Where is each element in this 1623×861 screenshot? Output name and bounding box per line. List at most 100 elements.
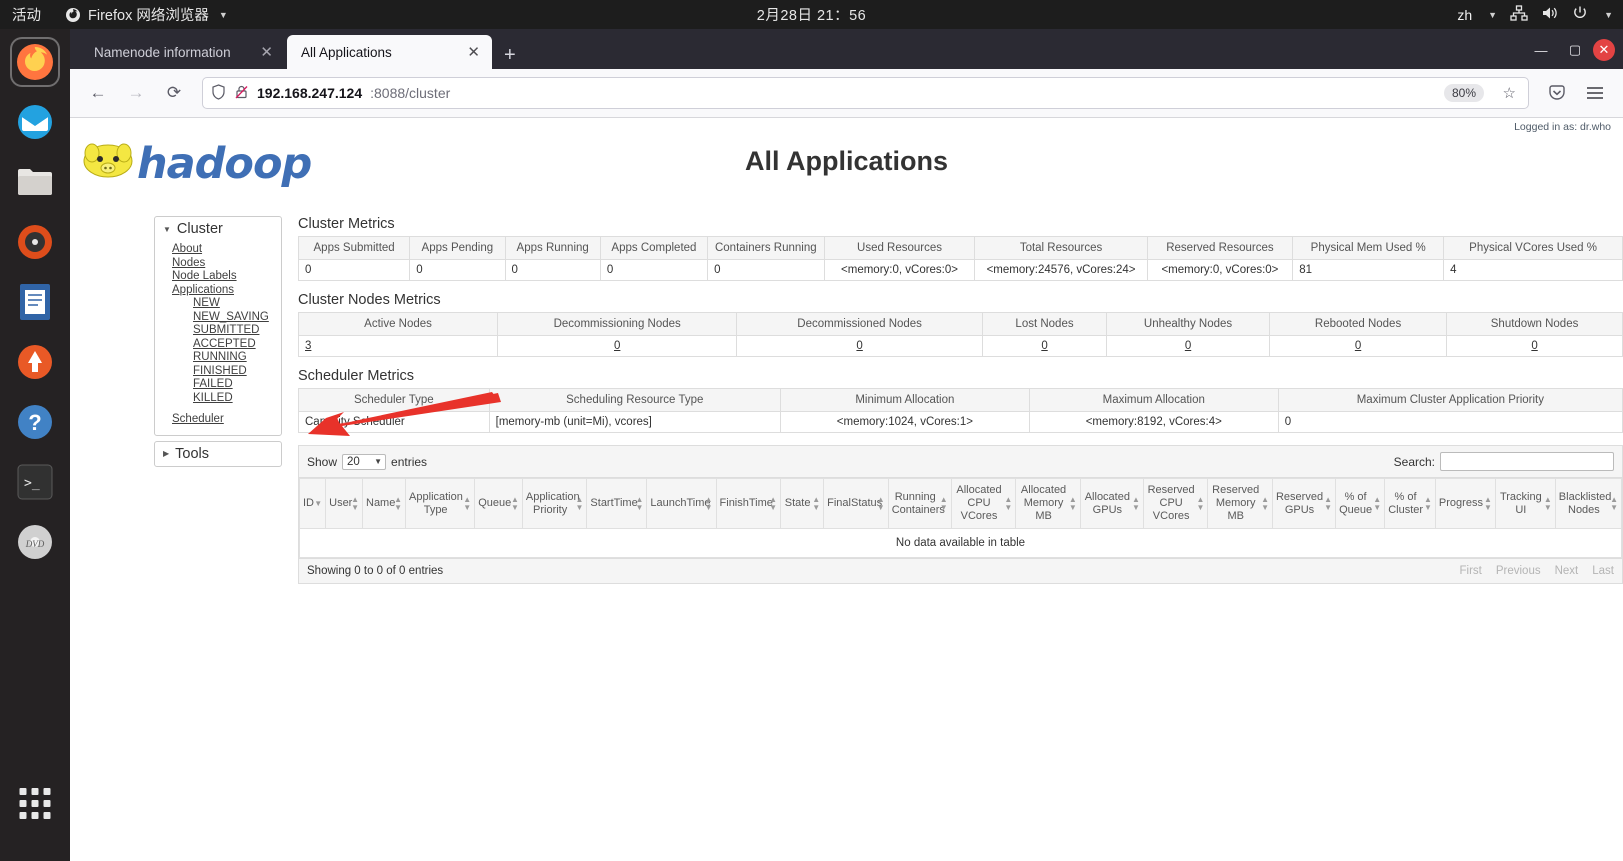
dock-item-libreoffice-writer[interactable] bbox=[10, 277, 60, 327]
sidebar-item-failed[interactable]: FAILED bbox=[193, 378, 281, 392]
th-running-containers[interactable]: Running Containers ▲ ▼ bbox=[887, 478, 952, 529]
dock-item-rhythmbox[interactable] bbox=[10, 217, 60, 267]
sort-icon[interactable]: ▲ ▼ bbox=[576, 495, 584, 512]
dock-item-software[interactable] bbox=[10, 337, 60, 387]
sidebar-item-new-saving[interactable]: NEW_SAVING bbox=[193, 311, 281, 325]
sort-icon[interactable]: ▲ ▼ bbox=[1544, 495, 1552, 512]
tab-namenode-information[interactable]: Namenode information ✕ bbox=[80, 35, 285, 69]
insecure-lock-icon[interactable] bbox=[234, 84, 249, 103]
url-bar[interactable]: 192.168.247.124 :8088/cluster 80% ☆ bbox=[202, 77, 1529, 109]
new-tab-button[interactable]: + bbox=[494, 45, 526, 69]
sidebar-item-accepted[interactable]: ACCEPTED bbox=[193, 338, 281, 352]
search-input[interactable] bbox=[1440, 452, 1614, 471]
sort-icon[interactable]: ▲ ▼ bbox=[1132, 495, 1140, 512]
th-percent-of-cluster[interactable]: % of Cluster ▲ ▼ bbox=[1384, 478, 1436, 529]
menu-icon[interactable] bbox=[1579, 77, 1611, 109]
sidebar-item-node-labels[interactable]: Node Labels bbox=[172, 270, 281, 284]
sort-icon[interactable]: ▲ ▼ bbox=[1373, 495, 1381, 512]
shutdown-nodes-link[interactable]: 0 bbox=[1531, 340, 1537, 352]
shield-icon[interactable] bbox=[211, 83, 226, 103]
sidebar-item-submitted[interactable]: SUBMITTED bbox=[193, 324, 281, 338]
sidebar-item-scheduler[interactable]: Scheduler bbox=[172, 413, 281, 427]
sidebar-item-nodes[interactable]: Nodes bbox=[172, 257, 281, 271]
pager-previous[interactable]: Previous bbox=[1496, 565, 1541, 577]
th-name[interactable]: Name ▲ ▼ bbox=[361, 478, 407, 529]
power-icon[interactable] bbox=[1572, 5, 1588, 24]
pager-next[interactable]: Next bbox=[1555, 565, 1579, 577]
page-length-select[interactable]: 20 ▼ bbox=[342, 453, 387, 470]
th-allocated-cpu-vcores[interactable]: Allocated CPU VCores ▲ ▼ bbox=[950, 478, 1017, 529]
td-active-nodes[interactable]: 3 bbox=[297, 335, 499, 357]
th-tracking-ui[interactable]: Tracking UI ▲ ▼ bbox=[1494, 478, 1556, 529]
td-decommissioning-nodes[interactable]: 0 bbox=[497, 335, 738, 357]
sort-icon[interactable]: ▼ bbox=[314, 499, 322, 508]
minimize-button[interactable]: — bbox=[1525, 37, 1557, 63]
sort-icon[interactable]: ▲ ▼ bbox=[1324, 495, 1332, 512]
sidebar-item-finished[interactable]: FINISHED bbox=[193, 365, 281, 379]
back-button[interactable]: ← bbox=[82, 77, 114, 109]
th-starttime[interactable]: StartTime ▲ ▼ bbox=[586, 478, 648, 529]
zoom-level-badge[interactable]: 80% bbox=[1443, 84, 1484, 102]
th-application-type[interactable]: Application Type ▲ ▼ bbox=[405, 478, 476, 529]
sort-icon[interactable]: ▲ ▼ bbox=[769, 495, 777, 512]
sort-icon[interactable]: ▲ ▼ bbox=[635, 495, 643, 512]
bookmark-star-icon[interactable]: ☆ bbox=[1503, 84, 1516, 102]
td-rebooted-nodes[interactable]: 0 bbox=[1268, 335, 1448, 357]
close-icon[interactable]: ✕ bbox=[256, 45, 277, 60]
clock[interactable]: 2月28日 21：56 bbox=[0, 4, 1623, 25]
sort-icon[interactable]: ▲ ▼ bbox=[1004, 495, 1012, 512]
th-reserved-gpus[interactable]: Reserved GPUs ▲ ▼ bbox=[1271, 478, 1337, 529]
td-lost-nodes[interactable]: 0 bbox=[981, 335, 1108, 357]
sort-icon[interactable]: ▲ ▼ bbox=[1424, 495, 1432, 512]
sort-icon[interactable]: ▲ ▼ bbox=[705, 495, 713, 512]
th-queue[interactable]: Queue ▲ ▼ bbox=[474, 478, 523, 529]
td-decommissioned-nodes[interactable]: 0 bbox=[736, 335, 983, 357]
sort-icon[interactable]: ▲ ▼ bbox=[1069, 495, 1077, 512]
dock-item-files[interactable] bbox=[10, 157, 60, 207]
tab-all-applications[interactable]: All Applications ✕ bbox=[287, 35, 492, 69]
maximize-button[interactable]: ▢ bbox=[1559, 37, 1591, 63]
th-application-priority[interactable]: Application Priority ▲ ▼ bbox=[521, 478, 588, 529]
th-progress[interactable]: Progress ▲ ▼ bbox=[1434, 478, 1496, 529]
th-allocated-gpus[interactable]: Allocated GPUs ▲ ▼ bbox=[1079, 478, 1144, 529]
close-window-button[interactable]: ✕ bbox=[1593, 39, 1615, 61]
th-blacklisted-nodes[interactable]: Blacklisted Nodes ▲ ▼ bbox=[1554, 478, 1623, 529]
sidebar-header-tools[interactable]: ▶ Tools bbox=[155, 442, 281, 466]
active-nodes-link[interactable]: 3 bbox=[305, 340, 311, 352]
pager-last[interactable]: Last bbox=[1592, 565, 1614, 577]
show-applications-button[interactable] bbox=[10, 788, 60, 847]
sort-icon[interactable]: ▲ ▼ bbox=[463, 495, 471, 512]
reload-button[interactable]: ⟳ bbox=[158, 77, 190, 109]
th-allocated-memory-mb[interactable]: Allocated Memory MB ▲ ▼ bbox=[1015, 478, 1081, 529]
sidebar-item-applications[interactable]: Applications bbox=[172, 284, 281, 298]
pocket-icon[interactable] bbox=[1541, 77, 1573, 109]
th-launchtime[interactable]: LaunchTime ▲ ▼ bbox=[646, 478, 717, 529]
close-icon[interactable]: ✕ bbox=[463, 45, 484, 60]
th-reserved-memory-mb[interactable]: Reserved Memory MB ▲ ▼ bbox=[1207, 478, 1273, 529]
chevron-down-icon[interactable]: ▼ bbox=[1604, 10, 1613, 20]
sort-icon[interactable]: ▲ ▼ bbox=[394, 495, 402, 512]
th-finishtime[interactable]: FinishTime ▲ ▼ bbox=[715, 478, 782, 529]
sort-icon[interactable]: ▲ ▼ bbox=[511, 495, 519, 512]
activities-button[interactable]: 活动 bbox=[0, 4, 57, 25]
sidebar-item-killed[interactable]: KILLED bbox=[193, 392, 281, 406]
sort-icon[interactable]: ▲ ▼ bbox=[351, 495, 359, 512]
td-unhealthy-nodes[interactable]: 0 bbox=[1106, 335, 1270, 357]
sort-icon[interactable]: ▲ ▼ bbox=[1610, 495, 1618, 512]
dock-item-help[interactable]: ? bbox=[10, 397, 60, 447]
decommissioned-nodes-link[interactable]: 0 bbox=[856, 340, 862, 352]
app-menu-firefox[interactable]: Firefox 网络浏览器 ▼ bbox=[57, 4, 236, 25]
td-shutdown-nodes[interactable]: 0 bbox=[1446, 335, 1623, 357]
rebooted-nodes-link[interactable]: 0 bbox=[1355, 340, 1361, 352]
network-icon[interactable] bbox=[1510, 5, 1528, 24]
decommissioning-nodes-link[interactable]: 0 bbox=[614, 340, 620, 352]
th-finalstatus[interactable]: FinalStatus ▲ ▼ bbox=[823, 478, 889, 529]
sort-icon[interactable]: ▲ ▼ bbox=[1261, 495, 1269, 512]
th-user[interactable]: User ▲ ▼ bbox=[325, 478, 363, 529]
sidebar-item-running[interactable]: RUNNING bbox=[193, 351, 281, 365]
unhealthy-nodes-link[interactable]: 0 bbox=[1185, 340, 1191, 352]
sidebar-item-new[interactable]: NEW bbox=[193, 297, 281, 311]
dock-item-dvd-drive[interactable]: DVD bbox=[10, 517, 60, 567]
sort-icon[interactable]: ▲ ▼ bbox=[1197, 495, 1205, 512]
th-id[interactable]: ID ▼ bbox=[298, 478, 327, 529]
